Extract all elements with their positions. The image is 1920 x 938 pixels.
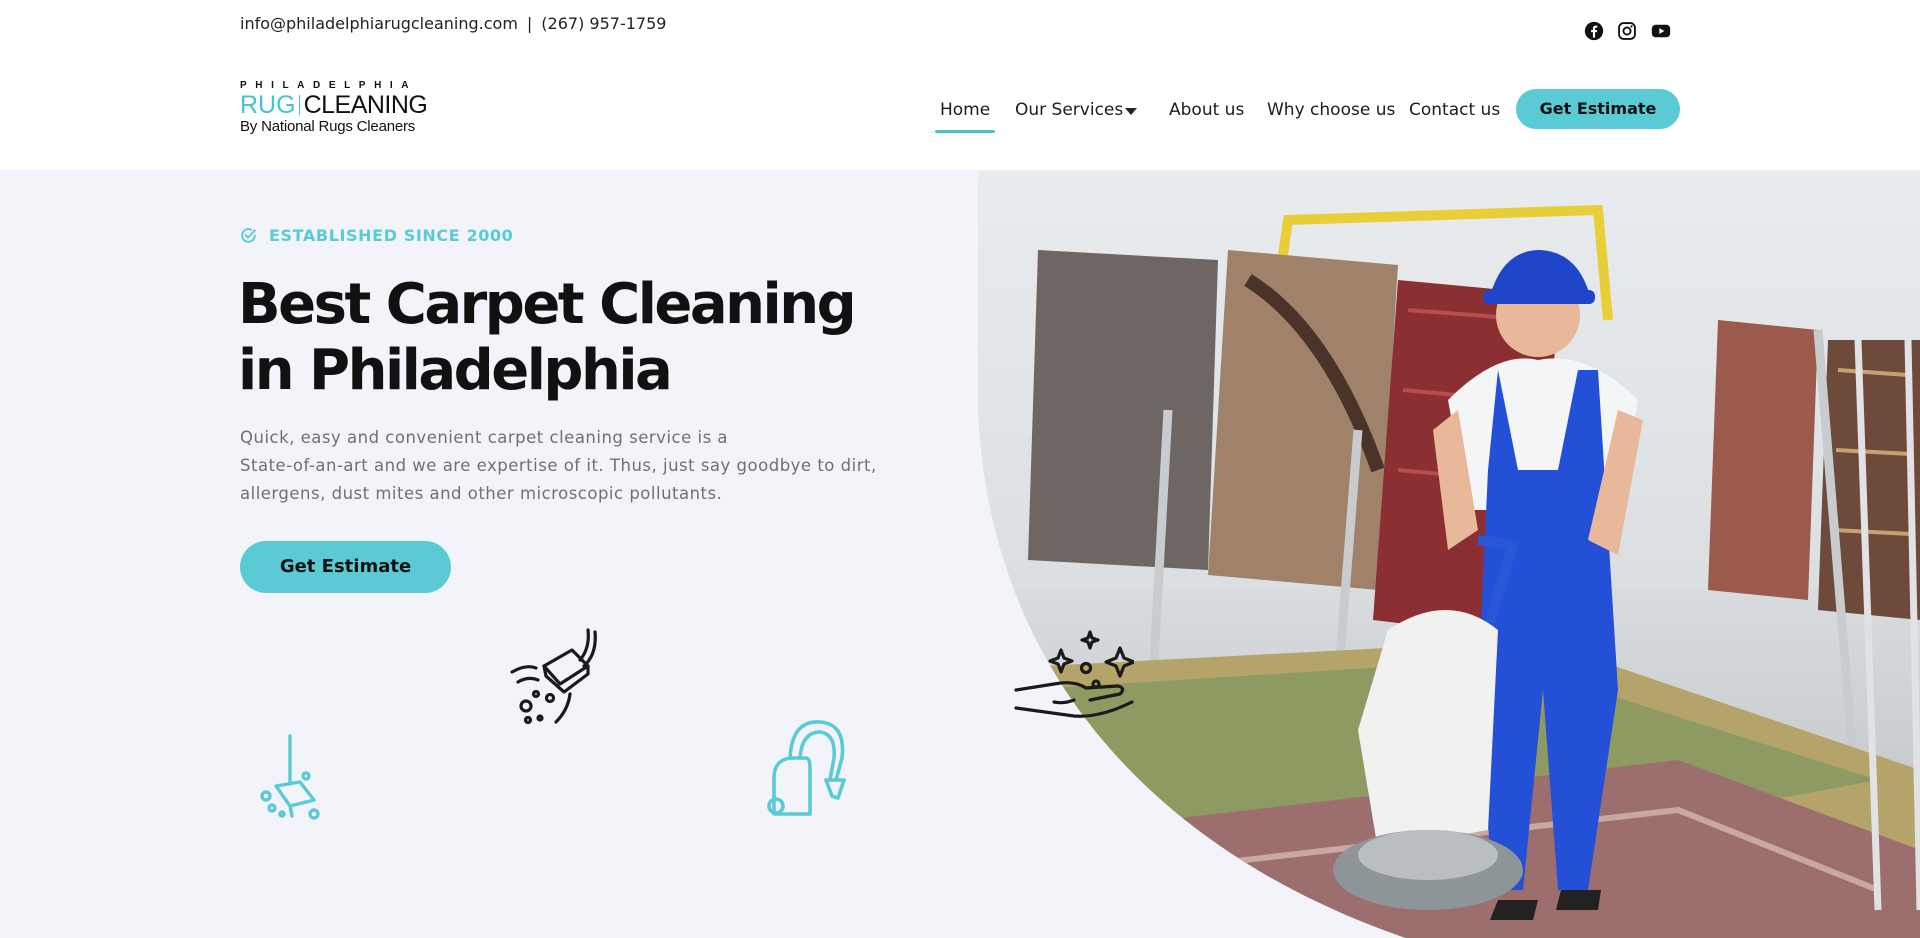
top-contact-bar: info@philadelphiarugcleaning.com | (267) 9…	[0, 0, 1920, 56]
description-line-2: State-of-an-art and we are expertise of …	[240, 456, 877, 475]
logo-wordmark: RUG CLEANING	[240, 92, 430, 118]
headline-line-2: in Philadelphia	[238, 338, 673, 403]
established-badge: ESTABLISHED SINCE 2000	[240, 226, 513, 245]
description-line-1: Quick, easy and convenient carpet cleani…	[240, 428, 729, 447]
get-estimate-button[interactable]: Get Estimate	[1516, 89, 1680, 129]
phone-link[interactable]: (267) 957-1759	[541, 14, 666, 33]
mop-icon	[260, 734, 320, 820]
logo-tagline: By National Rugs Cleaners	[240, 118, 416, 135]
established-label: ESTABLISHED SINCE 2000	[269, 226, 514, 245]
headline-line-1: Best Carpet Cleaning	[238, 272, 857, 337]
youtube-icon[interactable]	[1651, 21, 1671, 41]
chevron-down-icon[interactable]	[1125, 108, 1137, 115]
vacuum-cleaner-icon	[767, 720, 846, 816]
logo-divider	[298, 95, 300, 115]
email-link[interactable]: info@philadelphiarugcleaning.com	[240, 14, 518, 33]
description-line-3: allergens, dust mites and other microsco…	[240, 484, 723, 503]
nav-item-why-choose-us[interactable]: Why choose us	[1267, 100, 1395, 120]
hero-headline: Best Carpet Cleaning in Philadelphia	[238, 272, 918, 404]
nav-item-about-us[interactable]: About us	[1169, 100, 1244, 120]
instagram-icon[interactable]	[1617, 21, 1637, 41]
hero-section: ESTABLISHED SINCE 2000 Best Carpet Clean…	[0, 170, 1920, 938]
contact-separator: |	[526, 14, 533, 33]
nav-item-our-services[interactable]: Our Services	[1015, 100, 1123, 120]
facebook-icon[interactable]	[1584, 21, 1604, 41]
logo-city: PHILADELPHIA	[240, 80, 418, 91]
hero-photo	[978, 170, 1920, 938]
carpet-brush-icon	[510, 628, 597, 725]
site-logo[interactable]: PHILADELPHIA RUG CLEANING By National Rug…	[240, 80, 430, 140]
nav-item-home[interactable]: Home	[934, 100, 996, 133]
site-header: PHILADELPHIA RUG CLEANING By National Rug…	[0, 56, 1920, 170]
contact-info: info@philadelphiarugcleaning.com | (267) 9…	[240, 14, 666, 33]
hero-description: Quick, easy and convenient carpet cleani…	[240, 424, 920, 508]
hero-get-estimate-button[interactable]: Get Estimate	[240, 541, 451, 593]
sparkle-hand-icon	[1014, 630, 1134, 718]
logo-rug: RUG	[240, 91, 296, 119]
nav-item-contact-us[interactable]: Contact us	[1409, 100, 1500, 120]
logo-cleaning: CLEANING	[303, 91, 428, 119]
check-circle-icon	[241, 228, 256, 243]
